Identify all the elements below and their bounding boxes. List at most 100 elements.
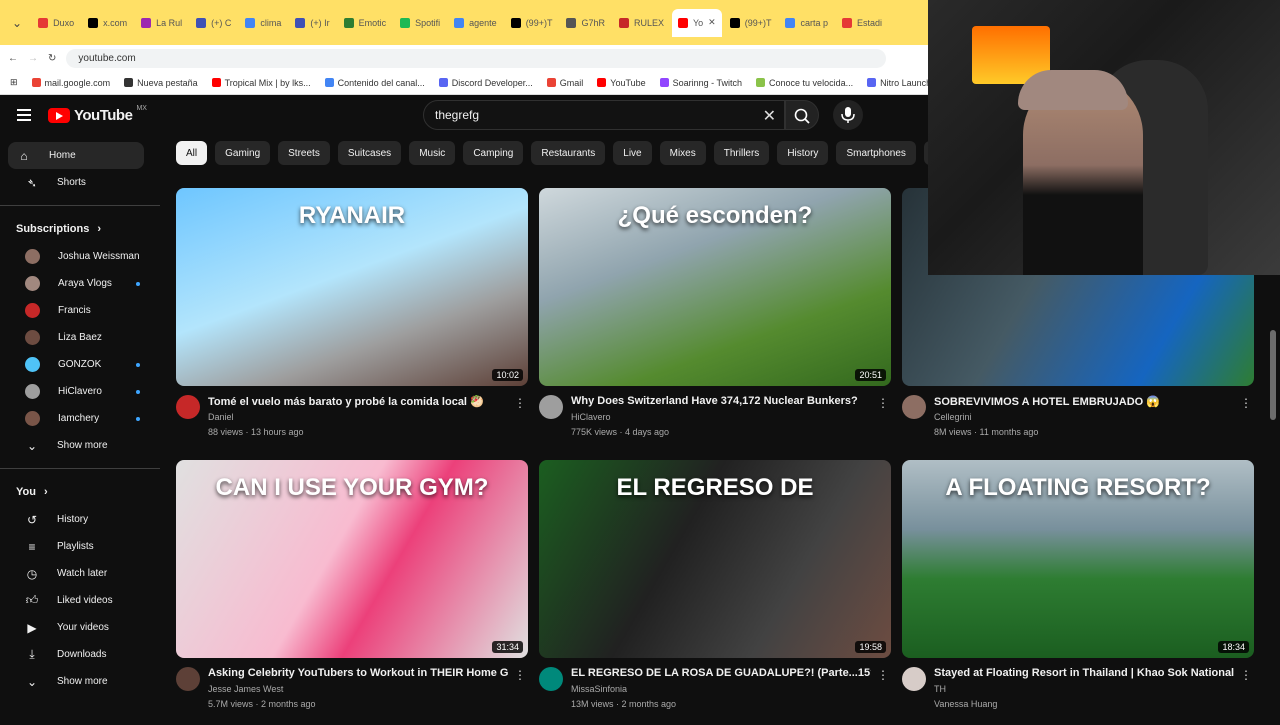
voice-search-button[interactable] (833, 100, 863, 130)
more-options-icon[interactable]: ⋮ (1240, 396, 1252, 410)
filter-chip[interactable]: Restaurants (531, 141, 606, 165)
channel-avatar[interactable] (176, 395, 200, 419)
channel-name[interactable]: Jesse James West (208, 684, 283, 694)
sidebar-item-subscription[interactable]: Joshua Weissman (8, 243, 152, 270)
video-title[interactable]: SOBREVIVIMOS A HOTEL EMBRUJADO 😱 (934, 395, 1234, 408)
sidebar-item-subscription[interactable]: HiClavero (8, 378, 152, 405)
channel-name[interactable]: Cellegrini (934, 412, 972, 422)
more-options-icon[interactable]: ⋮ (1240, 668, 1252, 682)
browser-tab[interactable]: Estadi (836, 9, 888, 37)
sidebar-item-home[interactable]: ⌂ Home (8, 142, 144, 169)
browser-tab[interactable]: Spotifi (394, 9, 446, 37)
video-card[interactable]: RYANAIR 10:02 Tomé el vuelo más barato y p… (176, 188, 528, 453)
sidebar-item-shorts[interactable]: ➴ Shorts (8, 169, 152, 196)
filter-chip[interactable]: Streets (278, 141, 330, 165)
bookmark-item[interactable]: mail.google.com (31, 77, 110, 88)
sidebar-item-watch-later[interactable]: ◷ Watch later (8, 560, 152, 587)
video-title[interactable]: Why Does Switzerland Have 374,172 Nuclea… (571, 395, 871, 407)
browser-tab[interactable]: Emotic (338, 9, 393, 37)
more-options-icon[interactable]: ⋮ (877, 396, 889, 410)
filter-chip[interactable]: Gaming (215, 141, 271, 165)
video-title[interactable]: Stayed at Floating Resort in Thailand | … (934, 667, 1234, 679)
more-options-icon[interactable]: ⋮ (514, 396, 526, 410)
filter-chip[interactable]: Live (613, 141, 652, 165)
channel-name[interactable]: MissaSinfonia (571, 684, 627, 694)
sidebar-item-subscription[interactable]: Araya Vlogs (8, 270, 152, 297)
you-header[interactable]: You › (0, 478, 160, 506)
show-more-subscriptions[interactable]: ⌄ Show more (8, 432, 152, 459)
video-thumbnail[interactable]: ¿Qué esconden? 20:51 (539, 188, 891, 386)
youtube-logo[interactable]: YouTube MX (48, 105, 147, 124)
sidebar-item-subscription[interactable]: Iamchery (8, 405, 152, 432)
browser-tab[interactable]: RULEX (613, 9, 670, 37)
sidebar-item-downloads[interactable]: ⤓ Downloads (8, 641, 152, 668)
hamburger-menu-icon[interactable] (17, 109, 31, 121)
browser-tab[interactable]: (+) Ir (289, 9, 335, 37)
browser-tab[interactable]: carta p (779, 9, 834, 37)
filter-chip[interactable]: History (777, 141, 829, 165)
sidebar-item-subscription[interactable]: Liza Baez (8, 324, 152, 351)
channel-avatar[interactable] (902, 395, 926, 419)
tab-search-icon[interactable]: ⌄ (4, 16, 30, 30)
video-title[interactable]: EL REGRESO DE LA ROSA DE GUADALUPE?! (Pa… (571, 667, 871, 679)
filter-chip[interactable]: Smartphones (836, 141, 916, 165)
filter-chip[interactable]: Thrillers (713, 141, 770, 165)
video-thumbnail[interactable]: CAN I USE YOUR GYM? 31:34 (176, 460, 528, 658)
more-options-icon[interactable]: ⋮ (877, 668, 889, 682)
browser-tab[interactable]: x.com (82, 9, 133, 37)
browser-tab[interactable]: clima (239, 9, 287, 37)
channel-name[interactable]: TH (934, 684, 946, 694)
bookmark-item[interactable]: Conoce tu velocida... (756, 77, 853, 88)
video-card[interactable]: CAN I USE YOUR GYM? 31:34 Asking Celebrity… (176, 460, 528, 725)
video-card[interactable]: ¿Qué esconden? 20:51 Why Does Switzerland … (539, 188, 891, 453)
filter-chip[interactable]: Music (409, 141, 456, 165)
bookmark-item[interactable]: Nueva pestaña (124, 77, 198, 88)
channel-avatar[interactable] (539, 667, 563, 691)
video-thumbnail[interactable]: A FLOATING RESORT? 18:34 (902, 460, 1254, 658)
bookmark-item[interactable]: Gmail (546, 77, 583, 88)
filter-chip[interactable]: All (176, 141, 208, 165)
bookmark-item[interactable]: Soarinng - Twitch (659, 77, 742, 88)
subscriptions-header[interactable]: Subscriptions › (0, 215, 160, 243)
scrollbar[interactable] (1270, 330, 1276, 420)
bookmark-item[interactable]: YouTube (597, 77, 646, 88)
sidebar-item-subscription[interactable]: GONZOK (8, 351, 152, 378)
search-button[interactable] (785, 100, 819, 130)
sidebar-item-subscription[interactable]: Francis (8, 297, 152, 324)
url-input[interactable]: youtube.com (66, 48, 887, 68)
apps-grid-icon[interactable]: ⊞ (10, 77, 18, 88)
video-card[interactable]: EL REGRESO DE 19:58 EL REGRESO DE LA ROSA … (539, 460, 891, 725)
sidebar-item-your-videos[interactable]: ▶ Your videos (8, 614, 152, 641)
bookmark-item[interactable]: Discord Developer... (438, 77, 533, 88)
browser-tab[interactable]: agente (448, 9, 503, 37)
more-options-icon[interactable]: ⋮ (514, 668, 526, 682)
video-title[interactable]: Tomé el vuelo más barato y probé la comi… (208, 395, 508, 408)
show-more-you[interactable]: ⌄ Show more (8, 668, 152, 695)
filter-chip[interactable]: Mixes (659, 141, 706, 165)
browser-tab[interactable]: Duxo (32, 9, 80, 37)
browser-tab[interactable]: Yo ✕ (671, 8, 722, 37)
channel-avatar[interactable] (539, 395, 563, 419)
filter-chip[interactable]: Camping (463, 141, 524, 165)
sidebar-item-playlists[interactable]: ≡ Playlists (8, 533, 152, 560)
browser-tab[interactable]: (+) C (190, 9, 237, 37)
video-title[interactable]: Asking Celebrity YouTubers to Workout in… (208, 667, 508, 679)
search-input[interactable]: thegrefg ✕ (423, 100, 785, 130)
channel-name[interactable]: HiClavero (571, 412, 611, 422)
video-thumbnail[interactable]: RYANAIR 10:02 (176, 188, 528, 386)
browser-tab[interactable]: G7hR (560, 9, 611, 37)
video-card[interactable]: A FLOATING RESORT? 18:34 Stayed at Floatin… (902, 460, 1254, 725)
channel-avatar[interactable] (902, 667, 926, 691)
bookmark-item[interactable]: Contenido del canal... (324, 77, 425, 88)
browser-tab[interactable]: (99+)T (724, 9, 778, 37)
browser-tab[interactable]: (99+)T (505, 9, 559, 37)
video-thumbnail[interactable]: EL REGRESO DE 19:58 (539, 460, 891, 658)
filter-chip[interactable]: Suitcases (337, 141, 402, 165)
browser-tab[interactable]: La Rul (135, 9, 188, 37)
sidebar-item-liked-videos[interactable]: 👍︎ Liked videos (8, 587, 152, 614)
sidebar-item-history[interactable]: ↺ History (8, 506, 152, 533)
channel-avatar[interactable] (176, 667, 200, 691)
reload-icon[interactable]: ↻ (48, 53, 56, 64)
bookmark-item[interactable]: Tropical Mix | by lks... (211, 77, 311, 88)
channel-name[interactable]: Daniel (208, 412, 234, 422)
